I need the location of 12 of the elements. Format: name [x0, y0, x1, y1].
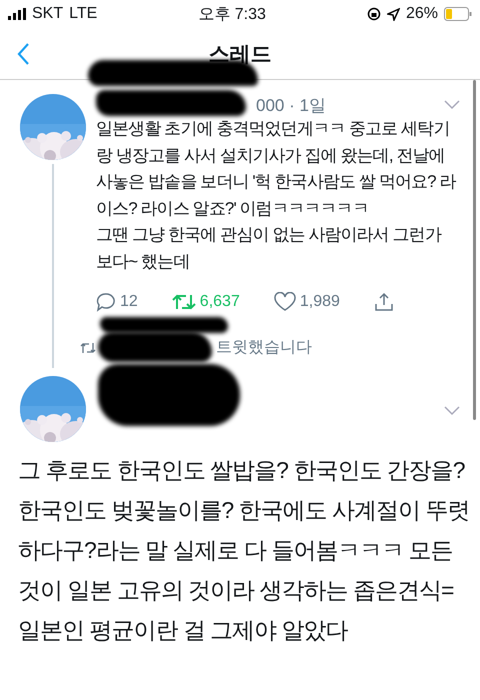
- battery-percent: 26%: [406, 5, 438, 23]
- retweet-button[interactable]: 6,637: [172, 293, 240, 311]
- tweet-text: 그 후로도 한국인도 쌀밥을? 한국인도 간장을? 한국인도 벚꽃놀이를? 한국에도 사계절이 뚜렷하다구?라는 말 실제로 다 들어봄ㅋㅋㅋ 모든것이 일본 고유의 것이라 생각하는 좁은견식=일본인 평균이란 걸 그제야 알았다: [17, 456, 470, 645]
- clock: 오후 7:33: [198, 4, 266, 24]
- screen-title: 스레드: [208, 42, 272, 68]
- carrier: SKT: [32, 5, 64, 23]
- reply-button[interactable]: 12: [96, 292, 138, 312]
- retweet-note: 트윗했습니다: [216, 338, 312, 358]
- like-button[interactable]: 1,989: [274, 292, 340, 312]
- tweet-text: 일본생활 초기에 충격먹었던게ㅋㅋ 중고로 세탁기랑 냉장고를 사서 설치기사가 집에 왔는데, 전날에 사놓은 밥솥을 보더니 '헉 한국사람도 쌀 먹어요? 라이스? 라이스 알죠?' 이럼ㅋㅋㅋㅋㅋㅋ 그땐 그냥 한국에 관심이 없는 사람이라서 그런가 보다~ 했는데: [96, 118, 456, 272]
- tweet-meta: 000 · 1일: [256, 94, 326, 116]
- network-type: LTE: [69, 5, 98, 23]
